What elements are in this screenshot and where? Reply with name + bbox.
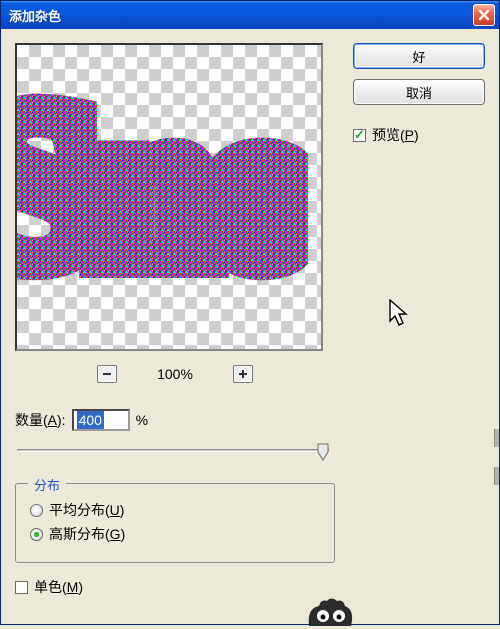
preview-content: Sno xyxy=(15,43,277,339)
minus-icon xyxy=(102,369,112,379)
slider-thumb[interactable] xyxy=(316,443,330,461)
ok-button[interactable]: 好 xyxy=(353,43,485,69)
edge-decoration xyxy=(494,429,499,505)
radio-uniform-label: 平均分布(U) xyxy=(49,500,124,520)
zoom-in-button[interactable] xyxy=(233,365,253,383)
mascot-icon xyxy=(301,596,357,626)
preview-checkbox-label: 预览(P) xyxy=(372,125,419,145)
amount-unit: % xyxy=(136,412,148,428)
radio-gaussian-label: 高斯分布(G) xyxy=(49,524,125,544)
close-button[interactable] xyxy=(473,4,495,26)
titlebar: 添加杂色 xyxy=(1,1,499,29)
amount-slider[interactable] xyxy=(17,443,329,461)
zoom-out-button[interactable] xyxy=(97,365,117,383)
close-icon xyxy=(478,9,490,21)
window-title: 添加杂色 xyxy=(9,6,473,25)
plus-icon xyxy=(238,369,248,379)
cancel-button[interactable]: 取消 xyxy=(353,79,485,105)
monochrome-checkbox[interactable] xyxy=(15,581,28,594)
preview-checkbox[interactable] xyxy=(353,129,366,142)
radio-uniform[interactable] xyxy=(30,504,43,517)
preview-area[interactable]: Sno xyxy=(15,43,323,351)
radio-gaussian[interactable] xyxy=(30,528,43,541)
amount-label: 数量(A): xyxy=(15,410,66,430)
monochrome-label: 单色(M) xyxy=(34,577,83,597)
amount-input[interactable]: 400 xyxy=(72,409,130,431)
zoom-percent-label: 100% xyxy=(157,366,193,382)
distribution-legend: 分布 xyxy=(28,475,66,494)
